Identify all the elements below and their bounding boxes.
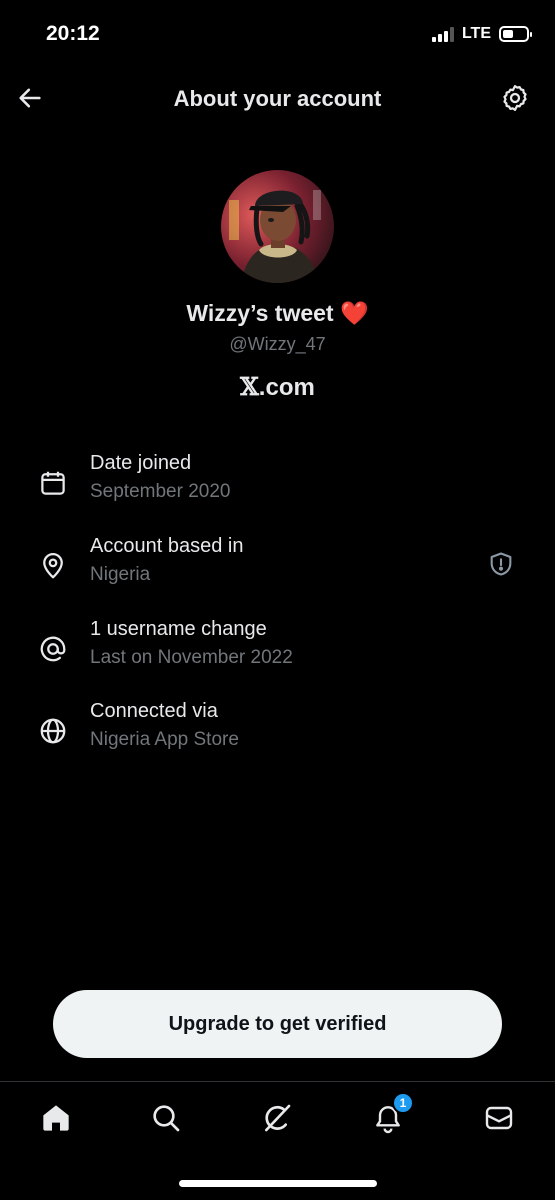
calendar-icon (36, 466, 70, 500)
status-indicators: LTE (431, 25, 532, 43)
nav-messages[interactable] (479, 1098, 519, 1138)
nav-search[interactable] (146, 1098, 186, 1138)
info-value: Nigeria App Store (90, 729, 239, 750)
at-sign-icon (36, 632, 70, 666)
info-value: September 2020 (90, 481, 231, 502)
info-label: Connected via (90, 700, 218, 722)
info-row-date-joined: Date joined September 2020 (36, 452, 526, 512)
info-row-username-change: 1 username change Last on November 2022 (36, 618, 526, 678)
info-text: 1 username change Last on November 2022 (90, 618, 293, 669)
gear-icon (503, 85, 527, 111)
info-value: Last on November 2022 (90, 647, 293, 668)
nav-grok[interactable] (257, 1098, 297, 1138)
display-name: Wizzy’s tweet ❤️ (0, 300, 555, 327)
nav-home[interactable] (36, 1098, 76, 1138)
home-indicator[interactable] (179, 1180, 377, 1187)
battery-fill (503, 30, 513, 38)
info-row-connected-via: Connected via Nigeria App Store (36, 700, 526, 760)
mail-icon (485, 1106, 513, 1130)
info-value: Nigeria (90, 564, 151, 585)
brand-suffix: .com (258, 374, 315, 401)
status-bar: 20:12 LTE (0, 0, 555, 70)
heart-emoji: ❤️ (339, 300, 369, 326)
bottom-nav: 1 (0, 1081, 555, 1161)
x-logo-icon: 𝕏 (240, 372, 259, 401)
about-account-screen: 20:12 LTE About your account Wizzy’s twe… (0, 0, 555, 1200)
location-pin-icon (36, 549, 70, 583)
globe-icon (36, 714, 70, 748)
display-name-text: Wizzy’s tweet (186, 300, 334, 326)
search-icon (153, 1105, 180, 1132)
notification-badge: 1 (392, 1092, 414, 1114)
info-label: Account based in (90, 535, 244, 557)
header: About your account (0, 72, 555, 126)
signal-icon (431, 26, 454, 42)
username-handle: @Wizzy_47 (229, 334, 326, 354)
info-label: Date joined (90, 452, 192, 474)
network-type: LTE (461, 25, 491, 42)
info-row-account-based-in: Account based in Nigeria (36, 535, 526, 595)
page-title: About your account (173, 86, 382, 111)
shield-alert-icon (490, 552, 512, 576)
info-text: Date joined September 2020 (90, 452, 231, 503)
settings-button[interactable] (499, 82, 531, 114)
info-label: 1 username change (90, 618, 267, 640)
upgrade-verified-button[interactable]: Upgrade to get verified (53, 990, 502, 1058)
grok-icon (265, 1104, 291, 1132)
avatar[interactable] (221, 170, 334, 283)
status-time: 20:12 (46, 22, 100, 45)
home-icon (43, 1105, 69, 1131)
battery-icon (499, 26, 532, 42)
info-text: Connected via Nigeria App Store (90, 700, 239, 751)
shield-button[interactable] (486, 549, 516, 579)
info-text: Account based in Nigeria (90, 535, 243, 586)
brand-domain: 𝕏.com (0, 372, 555, 402)
avatar-image (221, 170, 334, 283)
nav-notifications[interactable]: 1 (368, 1092, 414, 1138)
